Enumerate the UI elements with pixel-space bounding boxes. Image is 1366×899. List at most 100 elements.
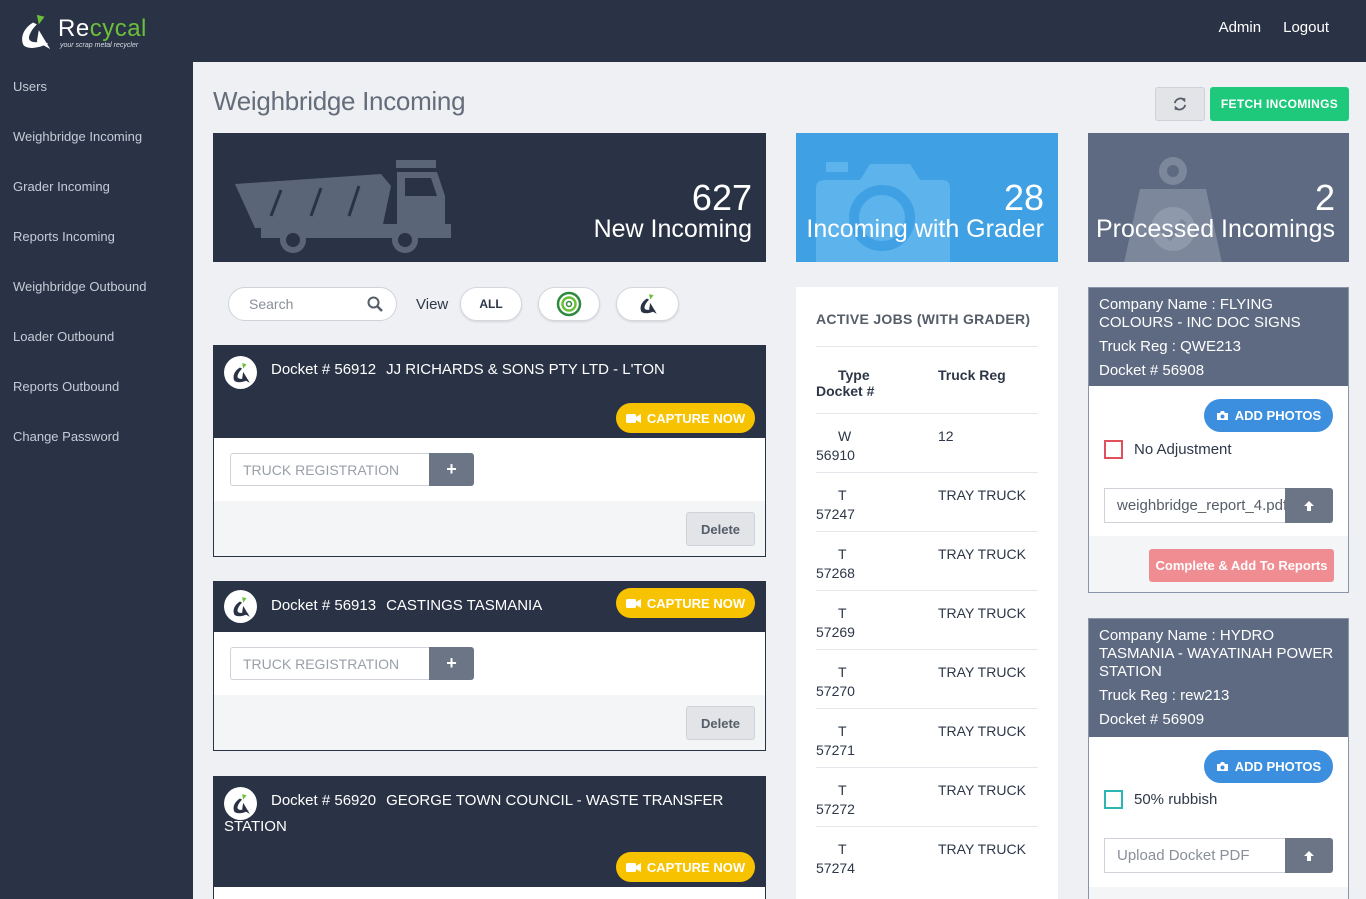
target-circle-icon [556, 291, 582, 317]
stat-processed-incomings[interactable]: 2 Processed Incomings [1088, 133, 1349, 262]
admin-link[interactable]: Admin [1219, 19, 1262, 36]
fetch-incomings-button[interactable]: FETCH INCOMINGS [1210, 87, 1349, 121]
table-row[interactable]: T 57268 TRAY TRUCK [816, 531, 1038, 591]
search-input[interactable] [249, 288, 379, 320]
stat-new-incoming[interactable]: 627 New Incoming [213, 133, 766, 262]
add-truck-button[interactable]: + [429, 647, 474, 680]
complete-add-to-reports-button[interactable]: Complete & Add To Reports [1149, 549, 1334, 582]
stat-grader-value: 28 [1003, 177, 1044, 218]
docket-pdf-field[interactable] [1104, 488, 1286, 523]
docket-number: Docket # 56913 [271, 597, 377, 614]
avatar [224, 590, 257, 623]
no-adjustment-checkbox[interactable] [1104, 440, 1123, 459]
docket-number: Docket # 56908 [1099, 362, 1205, 379]
search-box [228, 287, 397, 321]
refresh-icon [1173, 97, 1187, 111]
sidebar-item-grader-incoming[interactable]: Grader Incoming [0, 162, 193, 212]
capture-now-label: CAPTURE NOW [646, 410, 746, 426]
recycal-logo-icon [233, 596, 250, 617]
sidebar-item-users[interactable]: Users [0, 62, 193, 112]
docket-number: Docket # 56912 [271, 361, 377, 378]
delete-button[interactable]: Delete [686, 512, 755, 546]
stat-new-incoming-value: 627 [691, 177, 752, 218]
docket-card: Docket # 56913 CASTINGS TASMANIA CAPTURE … [213, 581, 766, 751]
refresh-button[interactable] [1155, 87, 1205, 121]
view-label: View [416, 296, 449, 313]
weight-icon [1124, 157, 1222, 262]
top-bar: Recycal your scrap metal recycler Admin … [0, 0, 1366, 62]
sidebar-item-weighbridge-outbound[interactable]: Weighbridge Outbound [0, 262, 193, 312]
stat-incoming-with-grader[interactable]: 28 Incoming with Grader [796, 133, 1058, 262]
active-jobs-table: Type Docket # Truck Reg W 56910 12 T 57247 TR… [816, 346, 1038, 886]
table-row[interactable]: T 57247 TRAY TRUCK [816, 472, 1038, 532]
arrow-up-icon [1304, 850, 1314, 861]
docket-company: JJ RICHARDS & SONS PTY LTD - L'TON [386, 361, 665, 378]
docket-number: Docket # 56920 [271, 792, 377, 809]
upload-button[interactable] [1285, 488, 1333, 523]
company-name: Company Name : FLYING COLOURS - INC DOC … [1099, 296, 1301, 331]
table-header: Truck Reg [938, 346, 1038, 414]
checkbox-label: 50% rubbish [1134, 791, 1218, 808]
logout-link[interactable]: Logout [1283, 19, 1329, 36]
camera-icon [1216, 762, 1228, 771]
avatar [224, 356, 257, 389]
capture-now-label: CAPTURE NOW [646, 859, 746, 875]
rubbish-checkbox[interactable] [1104, 790, 1123, 809]
stat-new-incoming-label: New Incoming [593, 215, 752, 243]
active-jobs-panel: ACTIVE JOBS (WITH GRADER) Type Docket # T… [796, 287, 1058, 899]
logo-title-accent: cycal [89, 14, 147, 42]
checkbox-label: No Adjustment [1134, 441, 1232, 458]
stat-processed-label: Processed Incomings [1095, 215, 1335, 243]
recycal-logo-icon [22, 14, 51, 50]
add-photos-label: ADD PHOTOS [1234, 408, 1322, 423]
recycal-logo-icon [233, 793, 250, 814]
capture-now-label: CAPTURE NOW [646, 595, 746, 611]
upload-button[interactable] [1285, 838, 1333, 873]
sidebar-item-loader-outbound[interactable]: Loader Outbound [0, 312, 193, 362]
table-header: Type Docket # [816, 346, 938, 414]
search-icon[interactable] [367, 296, 383, 312]
delete-button[interactable]: Delete [686, 706, 755, 740]
docket-company: CASTINGS TASMANIA [386, 597, 543, 614]
sidebar-item-weighbridge-incoming[interactable]: Weighbridge Incoming [0, 112, 193, 162]
recycal-logo-icon [233, 362, 250, 383]
plus-icon: + [446, 653, 457, 673]
sidebar-item-reports-outbound[interactable]: Reports Outbound [0, 362, 193, 412]
camera-icon [816, 162, 950, 262]
page-title: Weighbridge Incoming [213, 86, 466, 116]
table-row[interactable]: T 57274 TRAY TRUCK [816, 826, 1038, 886]
table-row[interactable]: W 56910 12 [816, 413, 1038, 473]
stat-processed-value: 2 [1314, 177, 1335, 218]
capture-now-button[interactable]: CAPTURE NOW [616, 588, 755, 618]
logo[interactable]: Recycal your scrap metal recycler [16, 12, 147, 52]
plus-icon: + [446, 459, 457, 479]
table-row[interactable]: T 57270 TRAY TRUCK [816, 649, 1038, 709]
sidebar: Users Weighbridge Incoming Grader Incomi… [0, 62, 193, 899]
video-camera-icon [625, 862, 641, 872]
view-logo-button[interactable] [616, 287, 679, 321]
capture-now-button[interactable]: CAPTURE NOW [616, 852, 755, 882]
truck-reg: Truck Reg : rew213 [1099, 687, 1230, 704]
table-row[interactable]: T 57271 TRAY TRUCK [816, 708, 1038, 768]
stat-grader-label: Incoming with Grader [806, 215, 1044, 243]
truck-registration-input[interactable] [230, 647, 430, 680]
video-camera-icon [625, 413, 641, 423]
add-photos-button[interactable]: ADD PHOTOS [1204, 750, 1333, 783]
view-all-button[interactable]: ALL [460, 287, 522, 321]
table-row[interactable]: T 57272 TRAY TRUCK [816, 767, 1038, 827]
view-circle-button[interactable] [538, 287, 600, 321]
sidebar-item-change-password[interactable]: Change Password [0, 412, 193, 462]
truck-registration-input[interactable] [230, 453, 430, 486]
docket-pdf-field[interactable] [1104, 838, 1286, 873]
add-truck-button[interactable]: + [429, 453, 474, 486]
arrow-up-icon [1304, 500, 1314, 511]
docket-number: Docket # 56909 [1099, 711, 1205, 728]
table-row[interactable]: T 57269 TRAY TRUCK [816, 590, 1038, 650]
docket-card: Docket # 56912 JJ RICHARDS & SONS PTY LTD… [213, 345, 766, 557]
capture-now-button[interactable]: CAPTURE NOW [616, 403, 755, 433]
camera-icon [1216, 411, 1228, 420]
processed-card: Company Name : HYDRO TASMANIA - WAYATINA… [1088, 618, 1349, 899]
add-photos-button[interactable]: ADD PHOTOS [1204, 399, 1333, 432]
processed-card: Company Name : FLYING COLOURS - INC DOC … [1088, 287, 1349, 593]
sidebar-item-reports-incoming[interactable]: Reports Incoming [0, 212, 193, 262]
